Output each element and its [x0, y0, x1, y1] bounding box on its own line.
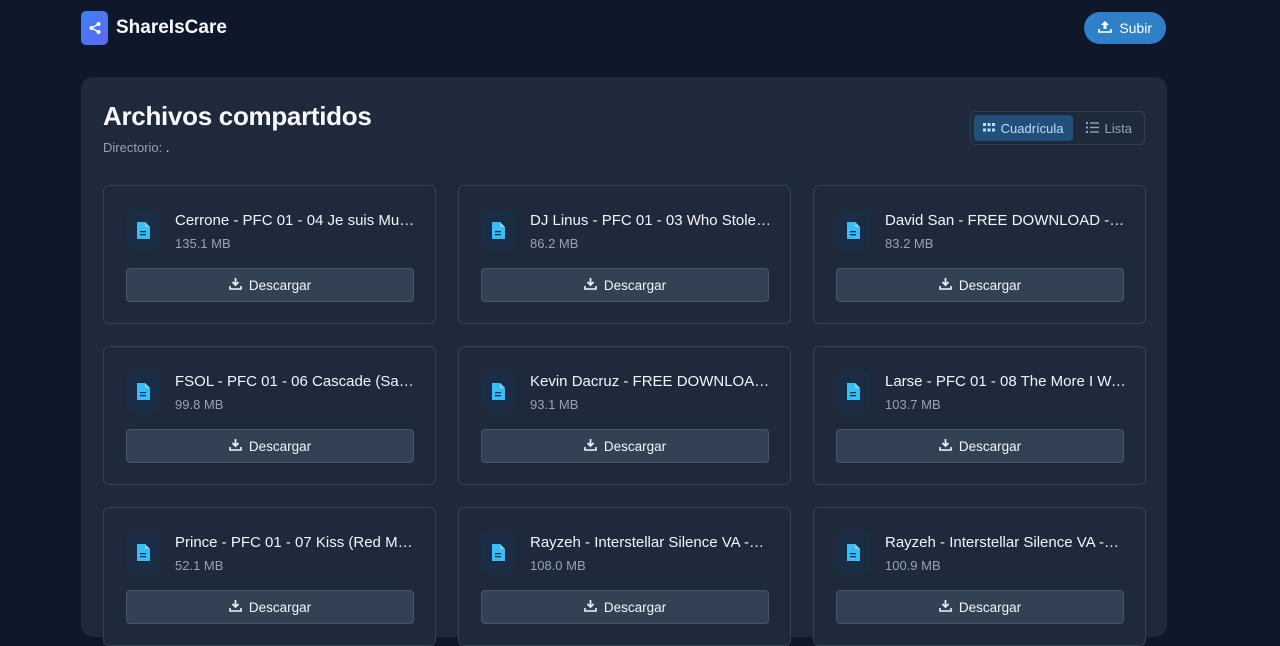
view-list-label: Lista [1104, 120, 1132, 136]
file-card: Prince - PFC 01 - 07 Kiss (Red Me... 52.… [103, 507, 436, 646]
download-icon [939, 599, 952, 615]
file-card: FSOL - PFC 01 - 06 Cascade (Sas... 99.8 … [103, 346, 436, 485]
file-size: 100.9 MB [885, 558, 941, 573]
file-name: David San - FREE DOWNLOAD - D... [885, 212, 1127, 229]
download-button[interactable]: Descargar [481, 268, 769, 302]
download-icon [939, 277, 952, 293]
download-button[interactable]: Descargar [481, 590, 769, 624]
file-icon [836, 532, 870, 572]
download-button[interactable]: Descargar [126, 429, 414, 463]
download-icon [939, 438, 952, 454]
file-card: DJ Linus - PFC 01 - 03 Who Stole ... 86.… [458, 185, 791, 324]
brand[interactable]: ShareIsCare [81, 11, 227, 45]
download-icon [584, 599, 597, 615]
file-name: Rayzeh - Interstellar Silence VA -R... [885, 534, 1127, 551]
view-list-button[interactable]: Lista [1077, 115, 1141, 141]
download-button[interactable]: Descargar [126, 268, 414, 302]
download-label: Descargar [958, 599, 1022, 615]
file-size: 52.1 MB [175, 558, 224, 573]
file-size: 108.0 MB [530, 558, 586, 573]
app-header: ShareIsCare Subir [81, 10, 1166, 46]
download-button[interactable]: Descargar [126, 590, 414, 624]
file-icon [126, 210, 160, 250]
download-label: Descargar [603, 438, 667, 454]
download-button[interactable]: Descargar [481, 429, 769, 463]
file-size: 86.2 MB [530, 236, 579, 251]
file-card: Rayzeh - Interstellar Silence VA -R... 1… [458, 507, 791, 646]
download-label: Descargar [248, 438, 312, 454]
page-title: Archivos compartidos [103, 101, 372, 131]
file-card: David San - FREE DOWNLOAD - D... 83.2 MB… [813, 185, 1146, 324]
download-button[interactable]: Descargar [836, 429, 1124, 463]
directory-value: . [165, 140, 170, 155]
file-card: Larse - PFC 01 - 08 The More I Wa... 103… [813, 346, 1146, 485]
file-name: FSOL - PFC 01 - 06 Cascade (Sas... [175, 373, 417, 390]
file-size: 99.8 MB [175, 397, 224, 412]
file-icon [126, 371, 160, 411]
file-size: 135.1 MB [175, 236, 231, 251]
file-name: Larse - PFC 01 - 08 The More I Wa... [885, 373, 1127, 390]
file-size: 103.7 MB [885, 397, 941, 412]
file-name: DJ Linus - PFC 01 - 03 Who Stole ... [530, 212, 772, 229]
download-icon [584, 438, 597, 454]
download-label: Descargar [603, 599, 667, 615]
download-button[interactable]: Descargar [836, 590, 1124, 624]
download-button[interactable]: Descargar [836, 268, 1124, 302]
file-name: Rayzeh - Interstellar Silence VA -R... [530, 534, 772, 551]
download-icon [229, 277, 242, 293]
grid-icon [982, 121, 995, 136]
file-size: 83.2 MB [885, 236, 934, 251]
download-label: Descargar [603, 277, 667, 293]
list-icon [1085, 121, 1099, 136]
file-card: Rayzeh - Interstellar Silence VA -R... 1… [813, 507, 1146, 646]
file-icon [481, 210, 515, 250]
file-grid: Cerrone - PFC 01 - 04 Je suis Mus... 135… [103, 185, 1146, 646]
download-label: Descargar [958, 277, 1022, 293]
view-grid-button[interactable]: Cuadrícula [973, 115, 1073, 141]
share-icon [81, 11, 108, 45]
file-icon [481, 371, 515, 411]
view-grid-label: Cuadrícula [1000, 120, 1064, 136]
download-label: Descargar [248, 599, 312, 615]
file-size: 93.1 MB [530, 397, 579, 412]
download-icon [229, 599, 242, 615]
file-icon [836, 210, 870, 250]
file-icon [126, 532, 160, 572]
file-card: Cerrone - PFC 01 - 04 Je suis Mus... 135… [103, 185, 436, 324]
file-name: Prince - PFC 01 - 07 Kiss (Red Me... [175, 534, 417, 551]
download-icon [229, 438, 242, 454]
files-panel: Archivos compartidos Directorio: . Cuadr… [81, 77, 1167, 646]
app-name: ShareIsCare [116, 17, 227, 38]
file-card: Kevin Dacruz - FREE DOWNLOAD ... 93.1 MB… [458, 346, 791, 485]
upload-icon [1098, 20, 1113, 36]
directory-label: Directorio: [103, 140, 163, 155]
file-icon [481, 532, 515, 572]
file-name: Cerrone - PFC 01 - 04 Je suis Mus... [175, 212, 417, 229]
download-label: Descargar [958, 438, 1022, 454]
directory-info: Directorio: . [103, 140, 170, 155]
download-icon [584, 277, 597, 293]
download-label: Descargar [248, 277, 312, 293]
upload-button[interactable]: Subir [1084, 12, 1166, 44]
file-icon [836, 371, 870, 411]
view-toggle: Cuadrícula Lista [969, 111, 1145, 145]
upload-label: Subir [1119, 20, 1152, 36]
file-name: Kevin Dacruz - FREE DOWNLOAD ... [530, 373, 772, 390]
